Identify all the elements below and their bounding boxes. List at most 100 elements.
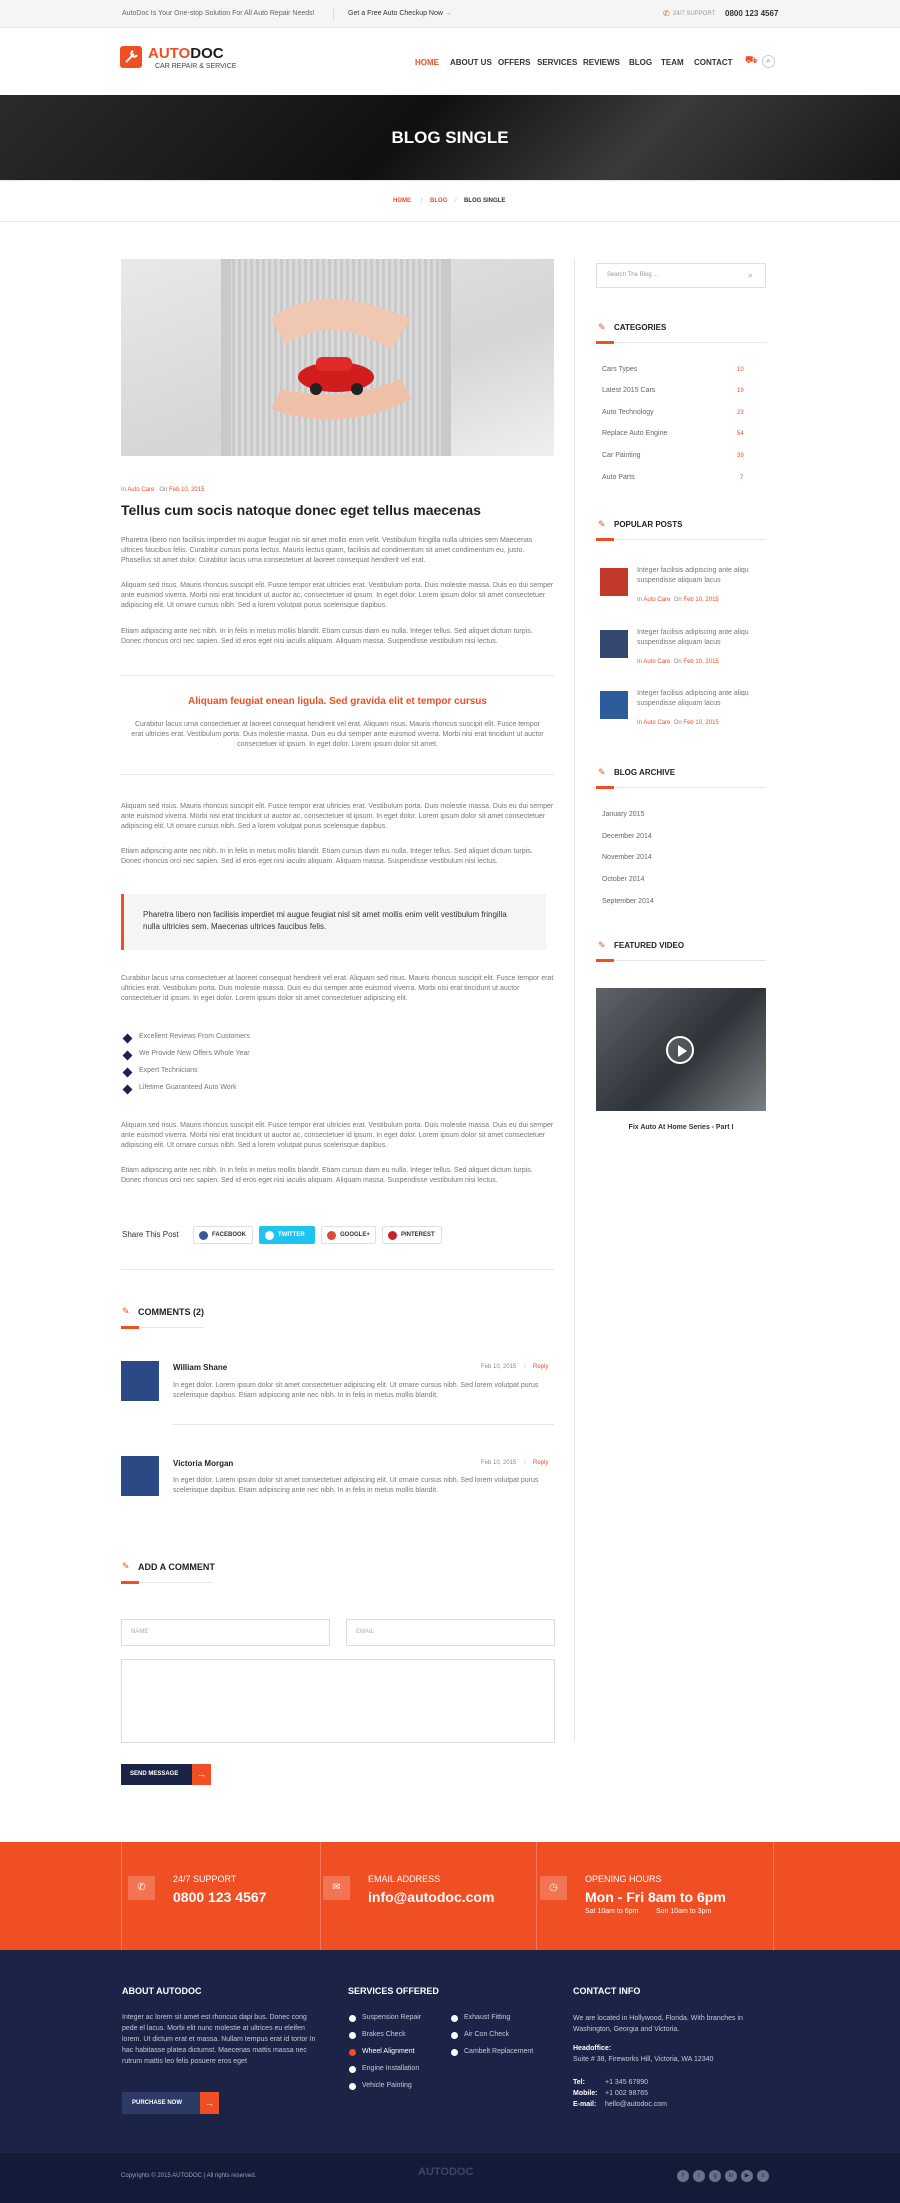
separator: / <box>524 1460 526 1466</box>
category-link[interactable]: Auto Technology <box>602 409 654 416</box>
popular-post-category[interactable]: Auto Care <box>643 597 670 603</box>
category-link[interactable]: Car Painting <box>602 452 641 459</box>
breadcrumb-blog[interactable]: BLOG <box>430 198 447 204</box>
twitter-icon[interactable]: t <box>693 2170 705 2182</box>
email-address[interactable]: info@autodoc.com <box>368 1889 494 1905</box>
google-plus-icon[interactable]: g <box>709 2170 721 2182</box>
breadcrumb-current: BLOG SINGLE <box>464 198 506 204</box>
reply-link[interactable]: Reply <box>533 1364 548 1370</box>
nav-services[interactable]: SERVICES <box>537 58 577 67</box>
meta-on: On <box>673 720 682 726</box>
footer-service-link[interactable]: Brakes Check <box>362 2031 406 2038</box>
category-link[interactable]: Latest 2015 Cars <box>602 387 655 394</box>
post-paragraph: Aliquam sed risus. Mauris rhoncus suscip… <box>121 803 554 830</box>
logo-wrench-icon[interactable] <box>120 46 142 68</box>
archive-link[interactable]: October 2014 <box>602 876 644 883</box>
search-icon[interactable]: ⌕ <box>748 270 753 281</box>
email-field[interactable]: EMAIL <box>346 1619 555 1646</box>
send-message-button[interactable]: SEND MESSAGE <box>121 1764 193 1785</box>
footer-service-link[interactable]: Exhaust Fitting <box>464 2014 510 2021</box>
separator: / <box>524 1364 526 1370</box>
popular-post-meta: In Auto Care On Feb 10, 2015 <box>637 597 719 603</box>
arrow-right-icon[interactable]: → <box>200 2092 219 2114</box>
category-link[interactable]: Auto Parts <box>602 474 635 481</box>
office-address: Suite # 38, Fireworks Hill, Victoria, WA… <box>573 2056 714 2063</box>
linkedin-icon[interactable]: in <box>725 2170 737 2182</box>
blog-archive-heading: BLOG ARCHIVE <box>614 768 676 777</box>
share-facebook-button[interactable]: FACEBOOK <box>193 1226 253 1244</box>
message-textarea[interactable] <box>121 1659 555 1743</box>
footer-service-link[interactable]: Wheel Alignment <box>362 2048 415 2055</box>
footer-service-link[interactable]: Vehicle Painting <box>362 2082 412 2089</box>
popular-post-meta: In Auto Care On Feb 10, 2015 <box>637 720 719 726</box>
heading-underline <box>596 342 766 343</box>
heading-accent <box>121 1326 139 1329</box>
skype-icon[interactable]: s <box>757 2170 769 2182</box>
share-twitter-button[interactable]: TWITTER <box>259 1226 315 1244</box>
popular-post-thumbnail[interactable] <box>600 568 628 596</box>
footer-service-link[interactable]: Suspension Repair <box>362 2014 421 2021</box>
popular-post-category[interactable]: Auto Care <box>643 659 670 665</box>
nav-reviews[interactable]: REVIEWS <box>583 58 620 67</box>
category-count: 23 <box>737 410 744 416</box>
nav-contact[interactable]: CONTACT <box>694 58 733 67</box>
topbar-support-label: 24/7 SUPPORT <box>673 11 716 17</box>
share-pinterest-button[interactable]: PINTEREST <box>382 1226 442 1244</box>
post-category-link[interactable]: Auto Care <box>127 487 154 493</box>
wrench-icon: ✎ <box>122 1561 130 1571</box>
nav-offers[interactable]: OFFERS <box>498 58 530 67</box>
meta-in: In <box>121 487 127 493</box>
popular-post-title[interactable]: Integer facilisis adipiscing ante aliqu … <box>637 566 767 586</box>
category-link[interactable]: Cars Types <box>602 366 637 373</box>
play-icon[interactable] <box>666 1036 694 1064</box>
popular-post-title[interactable]: Integer facilisis adipiscing ante aliqu … <box>637 628 767 648</box>
heading-underline <box>596 539 766 540</box>
check-icon <box>349 2032 356 2039</box>
name-field[interactable]: NAME <box>121 1619 330 1646</box>
popular-post-date: Feb 10, 2015 <box>683 720 719 726</box>
popular-post-date: Feb 10, 2015 <box>683 597 719 603</box>
highlight-title: Aliquam feugiat enean ligula. Sed gravid… <box>188 696 487 707</box>
category-link[interactable]: Replace Auto Engine <box>602 430 667 437</box>
popular-post-thumbnail[interactable] <box>600 691 628 719</box>
footer-email[interactable]: hello@autodoc.com <box>605 2099 667 2110</box>
purchase-now-button[interactable]: PURCHASE NOW <box>122 2092 202 2114</box>
heading-accent <box>596 786 614 789</box>
logo-part1: AUTO <box>148 45 191 62</box>
footer-logo[interactable]: AUTODOC <box>418 2166 473 2178</box>
popular-post-thumbnail[interactable] <box>600 630 628 658</box>
site-logo[interactable]: AUTODOC <box>148 45 224 62</box>
archive-link[interactable]: September 2014 <box>602 898 654 905</box>
popular-post-title[interactable]: Integer facilisis adipiscing ante aliqu … <box>637 689 767 709</box>
archive-link[interactable]: November 2014 <box>602 854 652 861</box>
topbar-cta-link[interactable]: Get a Free Auto Checkup Now → <box>348 10 452 17</box>
popular-post-category[interactable]: Auto Care <box>643 720 670 726</box>
popular-posts-heading: POPULAR POSTS <box>614 520 683 529</box>
meta-in: In <box>637 659 643 665</box>
post-paragraph: Etiam adipiscing ante nec nibh. In in fe… <box>121 848 533 865</box>
sidebar-search-input[interactable]: Search The Blog ... <box>596 263 766 288</box>
tel-label: Tel: <box>573 2079 585 2086</box>
arrow-right-icon[interactable]: → <box>192 1764 211 1785</box>
search-toggle-icon[interactable]: ⌕ <box>762 55 775 68</box>
footer-service-link[interactable]: Engine Installation <box>362 2065 419 2072</box>
nav-blog[interactable]: BLOG <box>629 58 652 67</box>
footer-service-link[interactable]: Cambelt Replacement <box>464 2048 533 2055</box>
topbar-cta-label: Get a Free Auto Checkup Now <box>348 10 443 17</box>
archive-link[interactable]: January 2015 <box>602 811 644 818</box>
breadcrumb-home[interactable]: HOME <box>393 198 411 204</box>
category-count: 10 <box>737 367 744 373</box>
nav-about-us[interactable]: ABOUT US <box>450 58 492 67</box>
archive-link[interactable]: December 2014 <box>602 833 652 840</box>
video-title[interactable]: Fix Auto At Home Series - Part I <box>596 1124 766 1131</box>
share-google-label: GOOGLE+ <box>340 1232 370 1238</box>
reply-link[interactable]: Reply <box>533 1460 548 1466</box>
youtube-icon[interactable]: ▶ <box>741 2170 753 2182</box>
nav-home[interactable]: HOME <box>415 58 439 67</box>
facebook-icon[interactable]: f <box>677 2170 689 2182</box>
cart-icon[interactable]: ⛟ <box>745 55 758 68</box>
share-google-button[interactable]: GOOGLE+ <box>321 1226 376 1244</box>
mail-icon: ✉ <box>323 1876 350 1900</box>
footer-service-link[interactable]: Air Con Check <box>464 2031 509 2038</box>
nav-team[interactable]: TEAM <box>661 58 684 67</box>
